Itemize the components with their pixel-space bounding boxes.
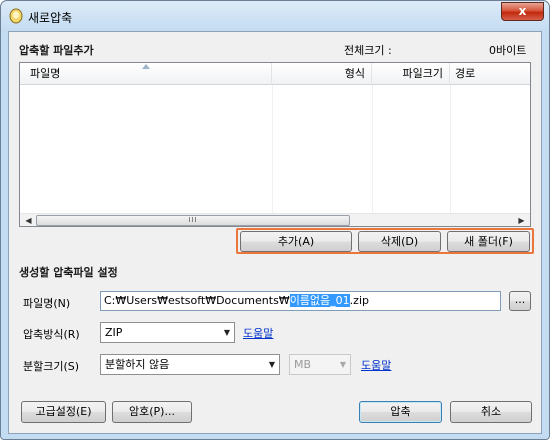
app-icon — [9, 8, 23, 24]
split-size-value: 분할하지 않음 — [105, 358, 170, 371]
advanced-settings-button[interactable]: 고급설정(E) — [21, 401, 106, 423]
split-unit-value: MB — [294, 358, 312, 371]
title-bar[interactable]: 새로압축 x — [1, 1, 549, 31]
files-section-title: 압축할 파일추가 — [19, 44, 94, 57]
column-filename[interactable]: 파일명 — [20, 63, 272, 85]
horizontal-scrollbar[interactable]: ◀ III ▶ — [20, 213, 530, 226]
compression-method-value: ZIP — [105, 326, 123, 339]
column-divider — [450, 85, 451, 213]
file-list[interactable]: 파일명 형식 파일크기 경로 ◀ III ▶ — [19, 62, 531, 227]
compress-button[interactable]: 압축 — [359, 401, 442, 423]
new-folder-button[interactable]: 새 폴더(F) — [447, 231, 530, 252]
split-unit-select[interactable]: MB ▼ — [289, 354, 351, 375]
split-help-link[interactable]: 도움말 — [361, 357, 391, 373]
total-size-label: 전체크기 : — [344, 44, 392, 57]
filename-input[interactable]: C:₩Users₩estsoft₩Documents₩이름없음_01.zip — [100, 291, 501, 311]
scrollbar-thumb[interactable]: III — [36, 215, 350, 226]
column-size-label: 파일크기 — [402, 67, 443, 80]
chevron-down-icon: ▼ — [223, 328, 230, 337]
add-button[interactable]: 추가(A) — [240, 231, 352, 252]
column-type-label: 형식 — [344, 67, 365, 80]
column-divider — [372, 85, 373, 213]
new-archive-window: 새로압축 x 압축할 파일추가 전체크기 : 0바이트 파일명 형식 파일크기 — [0, 0, 550, 440]
compression-method-label: 압축방식(R) — [23, 328, 80, 341]
compression-help-link[interactable]: 도움말 — [243, 325, 273, 341]
chevron-down-icon: ▼ — [268, 360, 275, 369]
column-type[interactable]: 형식 — [272, 63, 372, 85]
split-size-select[interactable]: 분할하지 않음 ▼ — [100, 354, 280, 375]
column-divider — [272, 85, 273, 213]
column-path-label: 경로 — [455, 67, 476, 80]
column-size[interactable]: 파일크기 — [372, 63, 450, 85]
sort-asc-icon — [142, 64, 150, 69]
compression-method-select[interactable]: ZIP ▼ — [100, 322, 235, 343]
filename-extension: .zip — [349, 294, 369, 307]
scroll-left-icon[interactable]: ◀ — [22, 214, 35, 227]
cancel-button[interactable]: 취소 — [450, 401, 532, 423]
close-button[interactable]: x — [501, 2, 544, 21]
delete-button[interactable]: 삭제(D) — [358, 231, 441, 252]
settings-section-title: 생성할 압축파일 설정 — [19, 266, 118, 279]
filename-label: 파일명(N) — [23, 297, 71, 310]
window-title: 새로압축 — [28, 11, 73, 25]
chevron-down-icon: ▼ — [339, 360, 346, 369]
scroll-grip-icon: III — [188, 216, 198, 224]
filename-path-prefix: C:₩Users₩estsoft₩Documents₩ — [104, 294, 290, 307]
split-size-label: 분할크기(S) — [23, 360, 80, 373]
column-filename-label: 파일명 — [30, 67, 61, 80]
dialog-body: 압축할 파일추가 전체크기 : 0바이트 파일명 형식 파일크기 경로 ◀ II… — [8, 31, 542, 434]
column-path[interactable]: 경로 — [450, 63, 530, 85]
browse-button[interactable]: ... — [509, 291, 531, 311]
filename-selected-text: 이름없음_01 — [289, 294, 350, 307]
file-list-header: 파일명 형식 파일크기 경로 — [20, 63, 530, 85]
total-size-value: 0바이트 — [489, 44, 527, 57]
close-icon: x — [518, 4, 527, 18]
password-button[interactable]: 암호(P)... — [112, 401, 192, 423]
scroll-right-icon[interactable]: ▶ — [515, 214, 528, 227]
